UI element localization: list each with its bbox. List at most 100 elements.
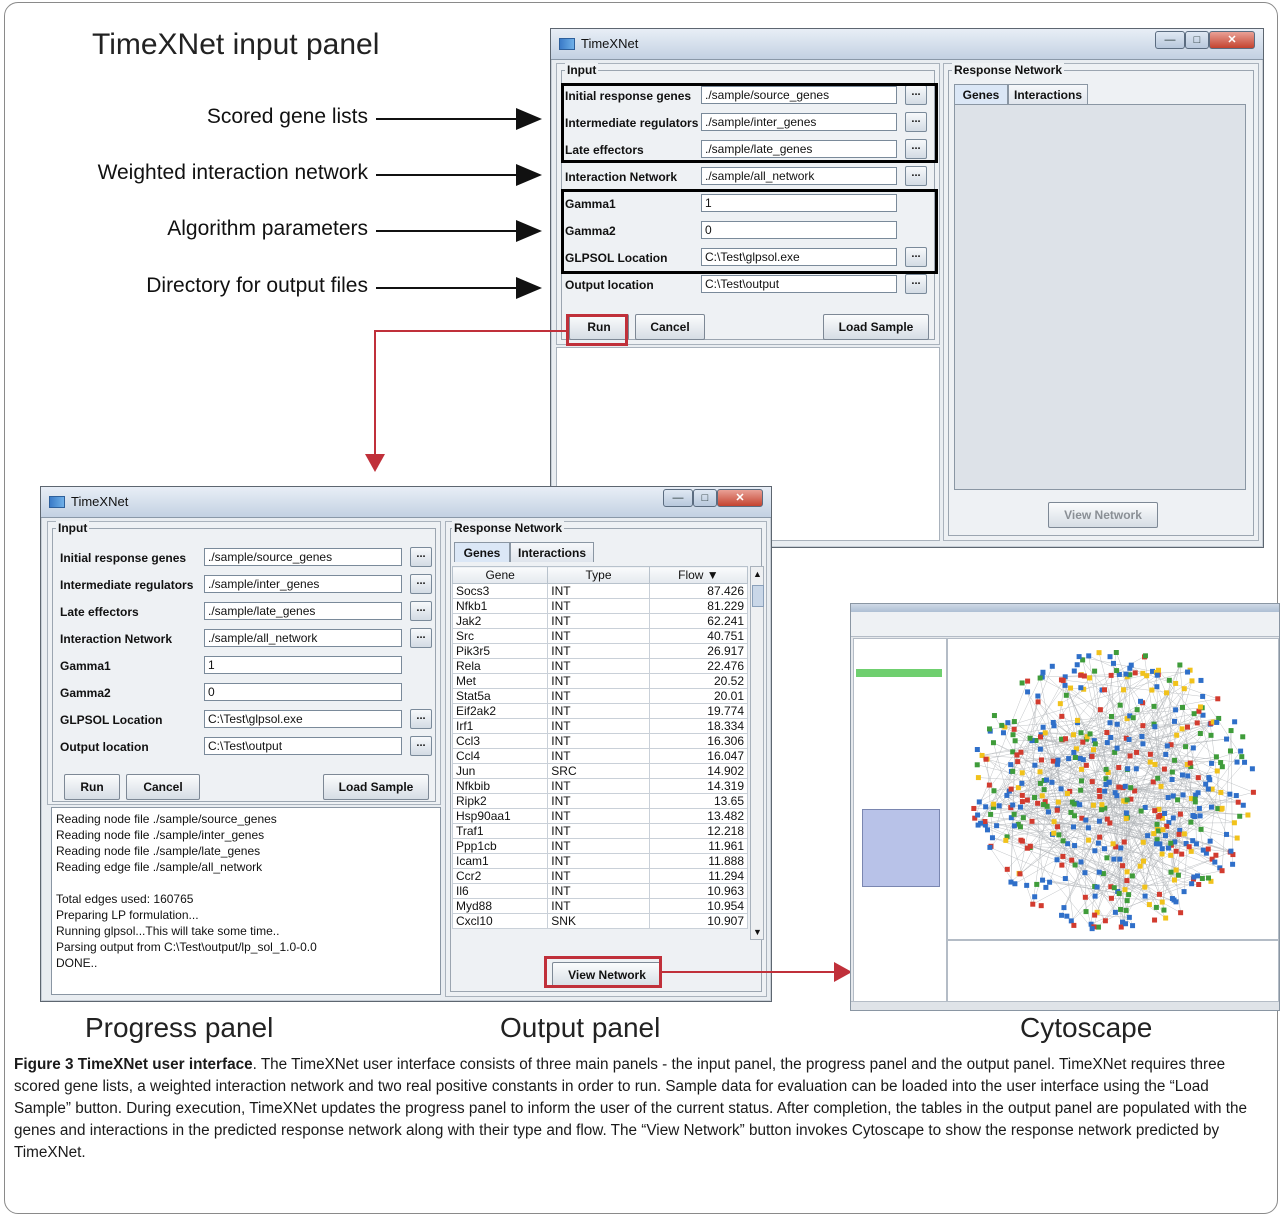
- network-node[interactable]: [1025, 689, 1031, 695]
- network-node[interactable]: [1179, 851, 1185, 857]
- network-node[interactable]: [1027, 735, 1033, 741]
- network-node[interactable]: [1162, 810, 1168, 816]
- network-node[interactable]: [1132, 670, 1138, 676]
- network-node[interactable]: [1075, 717, 1081, 723]
- network-node[interactable]: [1096, 818, 1102, 824]
- network-node[interactable]: [1173, 867, 1179, 873]
- field-input[interactable]: 1: [204, 656, 402, 674]
- network-node[interactable]: [1152, 724, 1158, 730]
- table-row[interactable]: Jun SRC 14.902: [451, 763, 749, 779]
- scroll-up-icon[interactable]: ▲: [753, 569, 762, 579]
- network-node[interactable]: [1181, 831, 1187, 837]
- table-row[interactable]: Rela INT 22.476: [451, 658, 749, 674]
- network-node[interactable]: [1224, 831, 1230, 837]
- network-node[interactable]: [1122, 783, 1128, 789]
- network-node[interactable]: [1104, 729, 1110, 735]
- network-node[interactable]: [1110, 841, 1116, 847]
- network-node[interactable]: [1196, 805, 1202, 811]
- network-node[interactable]: [1078, 859, 1084, 865]
- network-node[interactable]: [1134, 707, 1140, 713]
- network-node[interactable]: [1126, 892, 1132, 898]
- network-node[interactable]: [990, 740, 996, 746]
- cancel-button[interactable]: Cancel: [635, 314, 705, 340]
- network-node[interactable]: [1230, 861, 1236, 867]
- network-node[interactable]: [1154, 821, 1160, 827]
- network-node[interactable]: [1164, 743, 1170, 749]
- network-node[interactable]: [1151, 831, 1157, 837]
- maximize-icon[interactable]: □: [693, 489, 717, 507]
- network-node[interactable]: [1069, 857, 1075, 863]
- view-network-button[interactable]: View Network: [1048, 502, 1158, 528]
- maximize-icon[interactable]: □: [1185, 31, 1209, 49]
- network-node[interactable]: [1071, 749, 1077, 755]
- network-node[interactable]: [1083, 817, 1089, 823]
- network-node[interactable]: [1095, 924, 1101, 930]
- network-node[interactable]: [1079, 766, 1085, 772]
- network-node[interactable]: [986, 782, 992, 788]
- network-node[interactable]: [991, 801, 997, 807]
- table-row[interactable]: Ccr2 INT 11.294: [451, 868, 749, 884]
- network-node[interactable]: [991, 788, 997, 794]
- network-node[interactable]: [983, 756, 989, 762]
- network-node[interactable]: [1235, 799, 1241, 805]
- network-node[interactable]: [1011, 823, 1017, 829]
- network-node[interactable]: [1059, 713, 1065, 719]
- table-row[interactable]: Stat5a INT 20.01: [451, 688, 749, 704]
- network-node[interactable]: [1188, 848, 1194, 854]
- network-node[interactable]: [1037, 769, 1043, 775]
- network-node[interactable]: [1011, 811, 1017, 817]
- network-node[interactable]: [1191, 711, 1197, 717]
- network-node[interactable]: [1017, 824, 1023, 830]
- network-node[interactable]: [1019, 799, 1025, 805]
- table-row[interactable]: Eif2ak2 INT 19.774: [451, 703, 749, 719]
- network-node[interactable]: [1173, 680, 1179, 686]
- network-node[interactable]: [1089, 926, 1095, 932]
- load-sample-button[interactable]: Load Sample: [323, 774, 429, 800]
- network-node[interactable]: [1209, 760, 1215, 766]
- network-node[interactable]: [1158, 783, 1164, 789]
- network-node[interactable]: [1152, 917, 1158, 923]
- network-node[interactable]: [1089, 753, 1095, 759]
- network-node[interactable]: [1219, 764, 1225, 770]
- table-row[interactable]: Myd88 INT 10.954: [451, 898, 749, 914]
- network-node[interactable]: [1186, 844, 1192, 850]
- network-node[interactable]: [1177, 811, 1183, 817]
- table-row[interactable]: Met INT 20.52: [451, 673, 749, 689]
- network-node[interactable]: [1242, 759, 1248, 765]
- network-node[interactable]: [1163, 751, 1169, 757]
- field-input[interactable]: ./sample/late_genes: [204, 602, 402, 620]
- tab-genes[interactable]: Genes: [954, 84, 1008, 104]
- network-node[interactable]: [1019, 680, 1025, 686]
- network-node[interactable]: [1039, 793, 1045, 799]
- network-node[interactable]: [1191, 874, 1197, 880]
- network-node[interactable]: [1214, 768, 1220, 774]
- network-row[interactable]: [856, 669, 942, 677]
- network-node[interactable]: [1040, 877, 1046, 883]
- network-node[interactable]: [1074, 662, 1080, 668]
- network-node[interactable]: [1051, 819, 1057, 825]
- network-node[interactable]: [1087, 675, 1093, 681]
- browse-button[interactable]: ...: [410, 547, 432, 567]
- network-node[interactable]: [1212, 859, 1218, 865]
- table-row[interactable]: Src INT 40.751: [451, 628, 749, 644]
- network-node[interactable]: [1110, 660, 1116, 666]
- network-node[interactable]: [1092, 668, 1098, 674]
- tab-interactions[interactable]: Interactions: [1008, 84, 1088, 104]
- network-node[interactable]: [1142, 653, 1148, 659]
- network-node[interactable]: [1140, 741, 1146, 747]
- network-node[interactable]: [1108, 713, 1114, 719]
- network-node[interactable]: [1172, 877, 1178, 883]
- network-node[interactable]: [1140, 858, 1146, 864]
- network-node[interactable]: [1024, 845, 1030, 851]
- scroll-down-icon[interactable]: ▼: [753, 927, 762, 937]
- network-node[interactable]: [1189, 881, 1195, 887]
- network-node[interactable]: [1078, 778, 1084, 784]
- column-header-type[interactable]: Type: [547, 566, 650, 584]
- network-node[interactable]: [1231, 820, 1237, 826]
- network-node[interactable]: [1005, 720, 1011, 726]
- network-node[interactable]: [1037, 675, 1043, 681]
- network-node[interactable]: [1071, 801, 1077, 807]
- network-node[interactable]: [1215, 696, 1221, 702]
- network-node[interactable]: [1111, 885, 1117, 891]
- network-node[interactable]: [1072, 843, 1078, 849]
